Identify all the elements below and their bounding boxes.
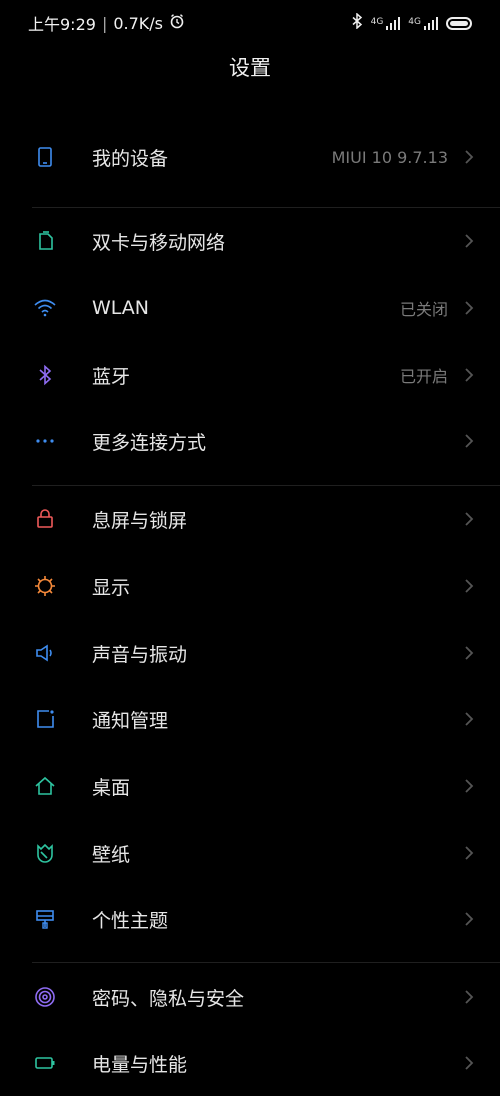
settings-item-label: 个性主题 — [92, 909, 169, 932]
status-separator: | — [101, 13, 108, 33]
fingerprint-icon — [30, 982, 60, 1012]
chevron-right-icon — [462, 644, 476, 662]
chevron-right-icon — [462, 299, 476, 317]
chevron-right-icon — [462, 988, 476, 1006]
settings-item-label: 声音与振动 — [92, 643, 188, 666]
home-icon — [30, 771, 60, 801]
chevron-right-icon — [462, 366, 476, 384]
network-speed: 0.7K/s — [113, 13, 163, 33]
lock-icon — [30, 504, 60, 534]
chevron-right-icon — [462, 232, 476, 250]
chevron-right-icon — [462, 844, 476, 862]
clock: 上午9:29 — [28, 15, 96, 34]
settings-item-label: 双卡与移动网络 — [92, 231, 226, 254]
settings-item-label: 桌面 — [92, 776, 131, 799]
status-right: 4G 4G — [351, 12, 472, 33]
sim-card-icon — [30, 226, 60, 256]
settings-item-lock-screen[interactable]: 息屏与锁屏 — [0, 486, 500, 552]
page-title: 设置 — [229, 56, 271, 80]
signal-1-icon: 4G — [371, 16, 401, 30]
settings-item-label: 壁纸 — [92, 843, 131, 866]
bluetooth-icon — [30, 360, 60, 390]
chevron-right-icon — [462, 1054, 476, 1072]
settings-item-sound[interactable]: 声音与振动 — [0, 620, 500, 686]
wallpaper-icon — [30, 838, 60, 868]
speaker-icon — [30, 638, 60, 668]
chevron-right-icon — [462, 148, 476, 166]
settings-item-bluetooth[interactable]: 蓝牙 已开启 — [0, 342, 500, 408]
settings-item-value: 已开启 — [399, 367, 448, 386]
notification-icon — [30, 704, 60, 734]
sun-icon — [30, 571, 60, 601]
status-left: 上午9:29 | 0.7K/s — [28, 11, 185, 35]
bluetooth-status-icon — [351, 12, 363, 33]
settings-item-label: 更多连接方式 — [92, 431, 207, 454]
settings-item-value: 已关闭 — [399, 300, 448, 319]
settings-item-themes[interactable]: 个性主题 — [0, 886, 500, 952]
divider — [32, 962, 500, 963]
settings-item-label: 电量与性能 — [92, 1053, 188, 1076]
more-dots-icon — [30, 426, 60, 456]
wifi-icon — [30, 293, 60, 323]
chevron-right-icon — [462, 777, 476, 795]
phone-icon — [30, 142, 60, 172]
chevron-right-icon — [462, 577, 476, 595]
settings-item-label: 显示 — [92, 576, 131, 599]
settings-item-wallpaper[interactable]: 壁纸 — [0, 820, 500, 886]
settings-item-label: 我的设备 — [92, 147, 169, 170]
chevron-right-icon — [462, 510, 476, 528]
settings-item-wlan[interactable]: WLAN 已关闭 — [0, 275, 500, 341]
signal-2-icon: 4G — [408, 16, 438, 30]
settings-item-label: 通知管理 — [92, 709, 169, 732]
settings-item-my-device[interactable]: 我的设备 MIUI 10 9.7.13 — [0, 124, 500, 190]
settings-item-security[interactable]: 密码、隐私与安全 — [0, 964, 500, 1030]
battery-icon — [30, 1048, 60, 1078]
settings-item-battery[interactable]: 电量与性能 — [0, 1030, 500, 1096]
chevron-right-icon — [462, 710, 476, 728]
battery-status-icon — [446, 16, 472, 30]
alarm-icon — [169, 13, 185, 33]
settings-item-label: WLAN — [92, 297, 150, 319]
settings-item-label: 蓝牙 — [92, 365, 131, 388]
settings-item-home-screen[interactable]: 桌面 — [0, 753, 500, 819]
status-bar: 上午9:29 | 0.7K/s 4G 4G — [0, 0, 500, 46]
chevron-right-icon — [462, 432, 476, 450]
settings-item-more-connection[interactable]: 更多连接方式 — [0, 408, 500, 474]
settings-item-label: 密码、隐私与安全 — [92, 987, 245, 1010]
settings-item-label: 息屏与锁屏 — [92, 509, 188, 532]
theme-brush-icon — [30, 904, 60, 934]
settings-item-value: MIUI 10 9.7.13 — [331, 147, 448, 167]
settings-item-display[interactable]: 显示 — [0, 553, 500, 619]
settings-item-dual-sim[interactable]: 双卡与移动网络 — [0, 208, 500, 274]
settings-item-notifications[interactable]: 通知管理 — [0, 686, 500, 752]
chevron-right-icon — [462, 910, 476, 928]
